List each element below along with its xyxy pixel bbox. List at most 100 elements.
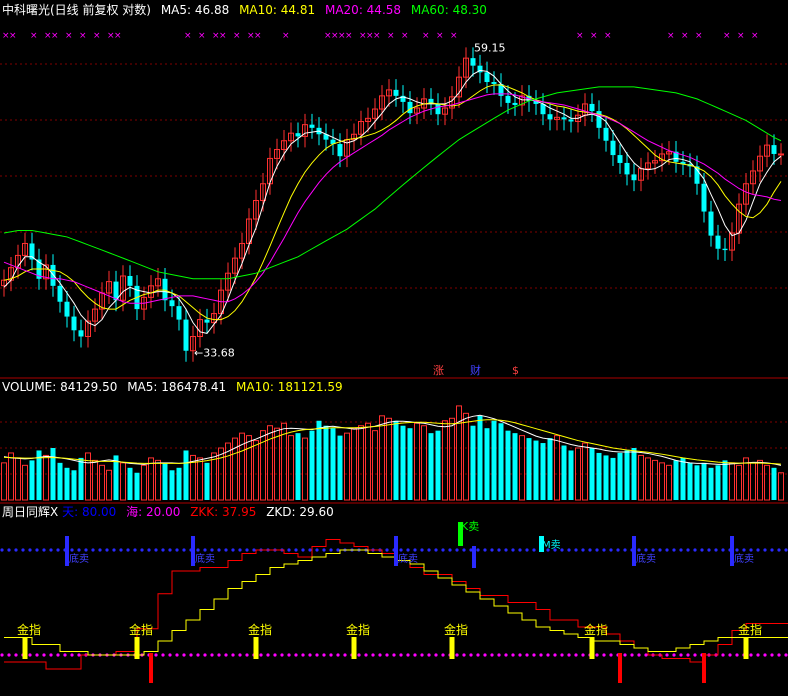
signal-marker: × [373,31,381,41]
volume-bar [757,459,763,501]
tian-reference-dot [665,548,669,552]
candle-body [708,211,714,236]
signal-marker: × [65,31,73,41]
candle-body [547,114,553,120]
volume-bar [568,450,574,500]
volume-bar [631,448,637,500]
volume-bar [8,452,14,501]
candle-body [778,153,784,156]
hai-reference-dot [441,653,445,657]
hai-reference-dot [574,653,578,657]
red-signal-bar [702,653,706,683]
hai-reference-dot [490,653,494,657]
gold-signal-bar [743,637,749,659]
tian-reference-dot [161,548,165,552]
volume-bar [722,460,728,500]
candle-body [561,117,567,120]
volume-bar [288,435,294,501]
tian-reference-dot [574,548,578,552]
tian-reference-dot [434,548,438,552]
tian-reference-dot [700,548,704,552]
signal-marker: × [681,31,689,41]
candle-body [57,285,63,302]
tian-reference-dot [777,548,781,552]
tian-reference-dot [168,548,172,552]
volume-bar [778,472,784,501]
volume-bar [652,459,658,501]
hai-reference-dot [784,653,788,657]
volume-bar [71,470,77,500]
volume-bar [141,464,147,501]
volume-bar [393,420,399,500]
volume-bar [64,467,70,500]
hai-reference-dot [539,653,543,657]
tian-reference-dot [483,548,487,552]
hai-reference-dot [476,653,480,657]
hai-reference-dot [427,653,431,657]
hai-reference-dot [462,653,466,657]
tian-reference-dot [609,548,613,552]
hai-reference-dot [406,653,410,657]
volume-bar [484,428,490,500]
candle-body [64,301,70,317]
candle-body [407,101,413,114]
volume-bar [449,417,455,501]
candle-body [722,248,728,251]
volume-bar [743,457,749,501]
volume-bar [372,430,378,501]
volume-bar [547,438,553,500]
volume-bar [680,457,686,500]
volume-bar [253,440,259,501]
signal-marker: × [436,31,444,41]
volume-bar [358,425,364,501]
hai-reference-dot [7,653,11,657]
hai-reference-dot [637,653,641,657]
volume-bar [603,455,609,500]
volume-bar [351,427,357,501]
volume-bar [715,465,721,500]
signal-marker: × [667,31,675,41]
tian-reference-dot [133,548,137,552]
tian-reference-dot [329,548,333,552]
hai-reference-dot [749,653,753,657]
hai-reference-dot [294,653,298,657]
annotation-zhang: 涨 [433,364,444,377]
tian-reference-dot [693,548,697,552]
signal-marker: × [184,31,192,41]
tian-reference-dot [637,548,641,552]
annotation-dollar: $ [512,364,519,377]
hai-reference-dot [273,653,277,657]
signal-marker: × [93,31,101,41]
hai-reference-dot [14,653,18,657]
candle-body [505,95,511,103]
tian-reference-dot [455,548,459,552]
tian-reference-dot [147,548,151,552]
volume-bar [456,405,462,501]
bottom-sell-label: 底卖 [734,552,754,565]
hai-reference-dot [63,653,67,657]
tian-reference-dot [56,548,60,552]
tian-reference-dot [588,548,592,552]
gold-signal-label: 金指 [584,622,608,637]
tian-reference-dot [770,548,774,552]
candle-body [589,103,595,112]
hai-reference-dot [483,653,487,657]
hai-reference-dot [756,653,760,657]
volume-bar [22,464,28,501]
tian-reference-dot [105,548,109,552]
hai-reference-dot [189,653,193,657]
candle-body [568,119,574,122]
tian-reference-dot [336,548,340,552]
bottom-sell-label: 底卖 [636,552,656,565]
gold-signal-bar [589,637,595,659]
volume-bar [316,420,322,500]
hai-reference-dot [392,653,396,657]
hai-reference-dot [231,653,235,657]
low-price-label: ←33.68 [194,347,235,360]
tian-reference-dot [98,548,102,552]
volume-bar [302,437,308,501]
volume-bar [148,457,154,501]
candle-body [610,140,616,156]
signal-marker: × [751,31,759,41]
signal-marker: × [233,31,241,41]
